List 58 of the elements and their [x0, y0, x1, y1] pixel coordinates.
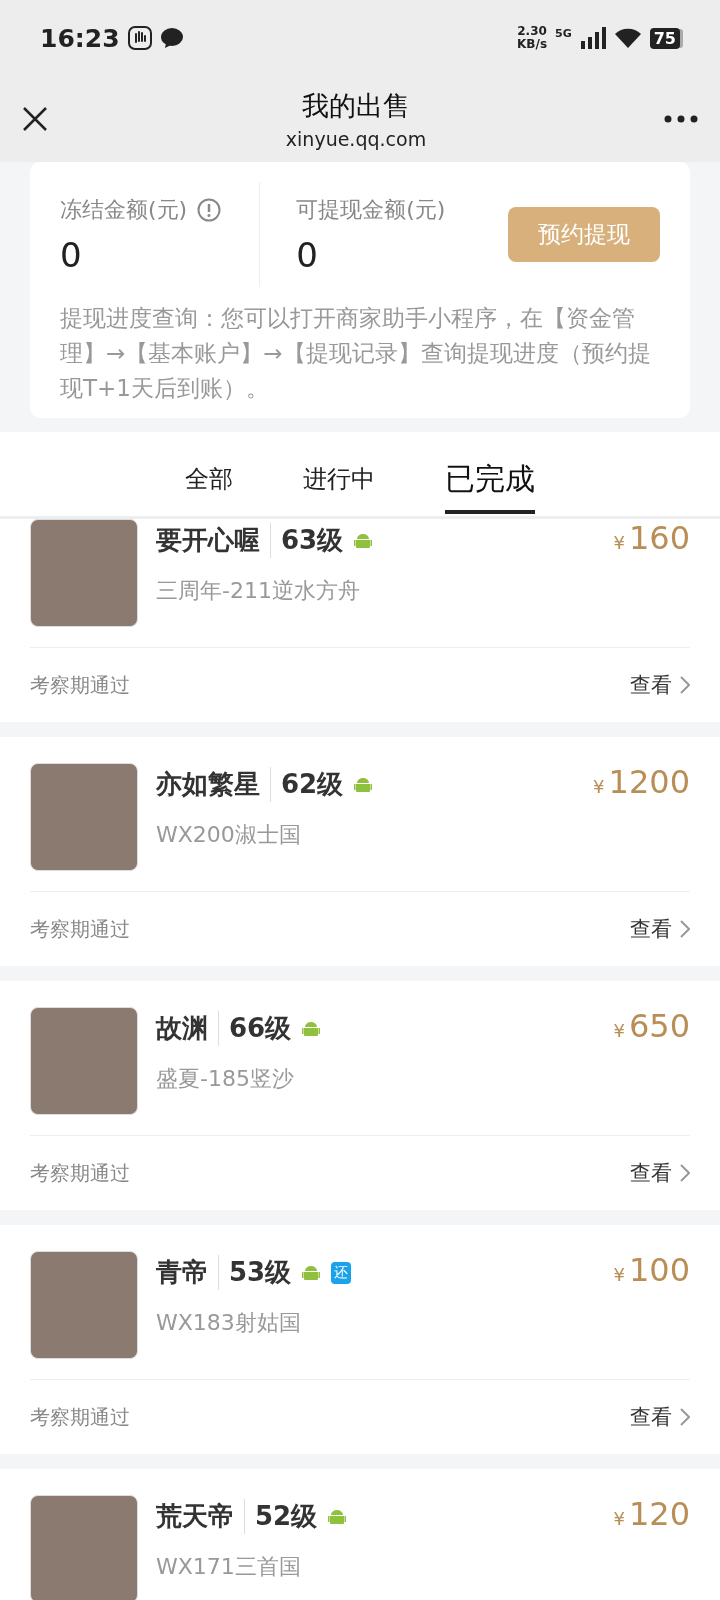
price-amount: 160: [628, 519, 690, 557]
price-amount: 650: [628, 1007, 690, 1045]
currency-symbol: ¥: [613, 532, 625, 553]
server-name: WX200淑士国: [156, 821, 302, 849]
battery-level: 75: [649, 27, 680, 49]
page-domain: xinyue.qq.com: [285, 128, 427, 150]
network-speed: 2.30 KB/s: [517, 25, 548, 51]
currency-symbol: ¥: [593, 776, 605, 797]
filter-tab[interactable]: 进行中: [303, 453, 375, 509]
chevron-right-icon: [680, 920, 690, 938]
chevron-right-icon: [680, 676, 690, 694]
chat-bubble-icon: [159, 27, 184, 49]
view-link[interactable]: 查看: [630, 1403, 690, 1431]
price-amount: 100: [628, 1251, 690, 1289]
withdraw-note: 提现进度查询：您可以打开商家助手小程序，在【资金管理】→【基本账户】→【提现记录】查询提现进度（预约提现T+1天后到账）。: [60, 304, 652, 403]
order-status: 考察期通过: [30, 915, 130, 943]
page-title: 我的出售: [302, 89, 410, 123]
return-badge: 还: [331, 1261, 352, 1284]
character-level: 62级: [281, 768, 344, 801]
available-amount-value: 0: [296, 234, 319, 275]
character-level: 53级: [229, 1256, 292, 1289]
character-level: 52级: [255, 1500, 318, 1533]
chevron-right-icon: [680, 1164, 690, 1182]
view-link[interactable]: 查看: [630, 915, 690, 943]
currency-symbol: ¥: [613, 1264, 625, 1285]
order-status: 考察期通过: [30, 1403, 130, 1431]
network-type: 5G: [555, 27, 572, 40]
frozen-amount-label: 冻结金额(元): [60, 195, 188, 224]
info-icon[interactable]: [197, 197, 222, 222]
character-name: 亦如繁星: [156, 767, 271, 802]
character-name: 故渊: [156, 1011, 219, 1046]
signal-icon: [579, 27, 606, 49]
filter-tab[interactable]: 全部: [185, 453, 233, 509]
character-level: 66级: [229, 1012, 292, 1045]
price-amount: 120: [628, 1495, 690, 1533]
character-level: 63级: [281, 524, 344, 557]
character-name: 荒天帝: [156, 1499, 245, 1534]
order-status: 考察期通过: [30, 1159, 130, 1187]
filter-tab[interactable]: 已完成: [445, 448, 535, 514]
order-status: 考察期通过: [30, 671, 130, 699]
view-link[interactable]: 查看: [630, 671, 690, 699]
clock-time: 16:23: [40, 23, 120, 53]
wifi-icon: [613, 27, 642, 49]
view-link[interactable]: 查看: [630, 1159, 690, 1187]
character-name: 青帝: [156, 1255, 219, 1290]
close-icon[interactable]: [22, 106, 48, 132]
chevron-right-icon: [680, 1408, 690, 1426]
server-name: 盛夏-185竖沙: [156, 1065, 295, 1093]
server-name: WX183射姑国: [156, 1309, 302, 1337]
price-amount: 1200: [608, 763, 690, 801]
character-name: 要开心喔: [156, 523, 271, 558]
server-name: WX171三首国: [156, 1553, 302, 1581]
currency-symbol: ¥: [613, 1020, 625, 1041]
frozen-amount-value: 0: [60, 234, 83, 275]
server-name: 三周年-211逆水方舟: [156, 577, 361, 605]
available-amount-label: 可提现金额(元): [296, 195, 446, 224]
currency-symbol: ¥: [613, 1508, 625, 1529]
more-icon[interactable]: [664, 115, 698, 123]
